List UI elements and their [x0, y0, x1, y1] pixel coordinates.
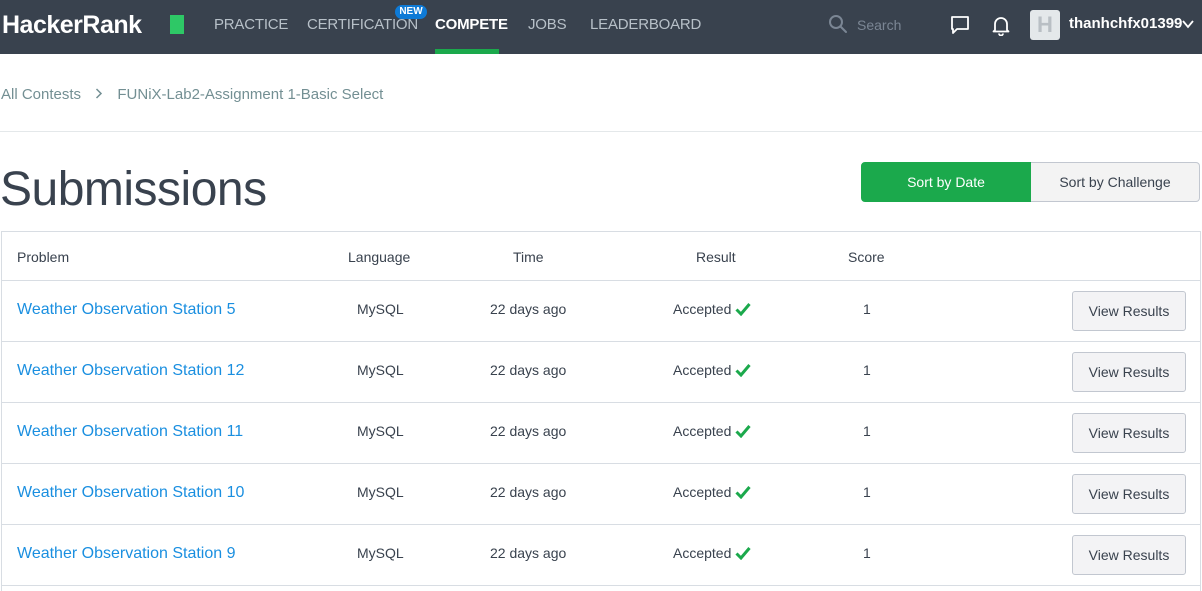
view-results-button[interactable]: View Results	[1072, 413, 1186, 453]
problem-link[interactable]: Weather Observation Station 10	[17, 484, 244, 502]
time-cell: 22 days ago	[490, 301, 567, 317]
table-row: Weather Observation Station 9 MySQL 22 d…	[2, 525, 1200, 586]
notifications-bell-icon[interactable]	[990, 14, 1012, 36]
table-row: Weather Observation Station 5 MySQL 22 d…	[2, 281, 1200, 342]
result-text: Accepted	[673, 362, 732, 378]
chevron-down-icon[interactable]	[1181, 17, 1195, 31]
submissions-table: Problem Language Time Result Score Weath…	[1, 231, 1201, 591]
score-cell: 1	[863, 362, 871, 378]
top-navbar: HackerRank PRACTICE CERTIFICATION NEW CO…	[0, 0, 1202, 54]
logo-square-icon	[170, 15, 184, 34]
check-icon	[735, 547, 752, 560]
result-cell: Accepted	[673, 484, 752, 500]
problem-link[interactable]: Weather Observation Station 12	[17, 362, 244, 380]
breadcrumb-current: FUNiX-Lab2-Assignment 1-Basic Select	[117, 86, 384, 103]
result-cell: Accepted	[673, 423, 752, 439]
language-cell: MySQL	[357, 484, 404, 500]
time-cell: 22 days ago	[490, 423, 567, 439]
result-cell: Accepted	[673, 301, 752, 317]
table-header: Problem Language Time Result Score	[2, 232, 1200, 281]
view-results-button[interactable]: View Results	[1072, 474, 1186, 514]
sort-by-challenge-button[interactable]: Sort by Challenge	[1031, 162, 1200, 202]
check-icon	[735, 425, 752, 438]
result-cell: Accepted	[673, 362, 752, 378]
score-cell: 1	[863, 423, 871, 439]
result-cell: Accepted	[673, 545, 752, 561]
header-problem: Problem	[17, 249, 70, 265]
result-text: Accepted	[673, 423, 732, 439]
result-text: Accepted	[673, 545, 732, 561]
result-text: Accepted	[673, 301, 732, 317]
check-icon	[735, 303, 752, 316]
messages-icon[interactable]	[949, 14, 971, 36]
username[interactable]: thanhchfx01399	[1069, 15, 1182, 32]
nav-practice[interactable]: PRACTICE	[214, 16, 288, 33]
view-results-button[interactable]: View Results	[1072, 352, 1186, 392]
time-cell: 22 days ago	[490, 362, 567, 378]
divider	[0, 131, 1202, 132]
breadcrumb-all-contests[interactable]: All Contests	[1, 86, 81, 103]
check-icon	[735, 486, 752, 499]
view-results-button[interactable]: View Results	[1072, 535, 1186, 575]
new-badge: NEW	[395, 5, 427, 19]
header-time: Time	[513, 249, 544, 265]
nav-leaderboard[interactable]: LEADERBOARD	[590, 16, 701, 33]
problem-link[interactable]: Weather Observation Station 5	[17, 301, 236, 319]
page-title: Submissions	[0, 163, 267, 216]
table-row: Weather Observation Station 10 MySQL 22 …	[2, 464, 1200, 525]
problem-link[interactable]: Weather Observation Station 11	[17, 423, 243, 441]
check-icon	[735, 364, 752, 377]
score-cell: 1	[863, 301, 871, 317]
table-row: Weather Observation Station 12 MySQL 22 …	[2, 342, 1200, 403]
language-cell: MySQL	[357, 301, 404, 317]
breadcrumb: All Contests FUNiX-Lab2-Assignment 1-Bas…	[1, 86, 383, 103]
sort-by-date-button[interactable]: Sort by Date	[861, 162, 1031, 202]
language-cell: MySQL	[357, 545, 404, 561]
nav-compete[interactable]: COMPETE	[435, 16, 508, 33]
header-result: Result	[696, 249, 736, 265]
score-cell: 1	[863, 484, 871, 500]
search-input[interactable]	[857, 14, 937, 36]
score-cell: 1	[863, 545, 871, 561]
header-score: Score	[848, 249, 885, 265]
chevron-right-icon	[95, 86, 103, 103]
search-icon[interactable]	[828, 14, 848, 34]
header-language: Language	[348, 249, 411, 265]
nav-jobs[interactable]: JOBS	[528, 16, 567, 33]
time-cell: 22 days ago	[490, 484, 567, 500]
avatar[interactable]: H	[1030, 10, 1060, 40]
language-cell: MySQL	[357, 362, 404, 378]
table-row: Weather Observation Station 11 MySQL 22 …	[2, 403, 1200, 464]
problem-link[interactable]: Weather Observation Station 9	[17, 545, 236, 563]
nav-active-indicator	[435, 49, 499, 54]
time-cell: 22 days ago	[490, 545, 567, 561]
view-results-button[interactable]: View Results	[1072, 291, 1186, 331]
hackerrank-logo[interactable]: HackerRank	[2, 11, 142, 40]
language-cell: MySQL	[357, 423, 404, 439]
result-text: Accepted	[673, 484, 732, 500]
